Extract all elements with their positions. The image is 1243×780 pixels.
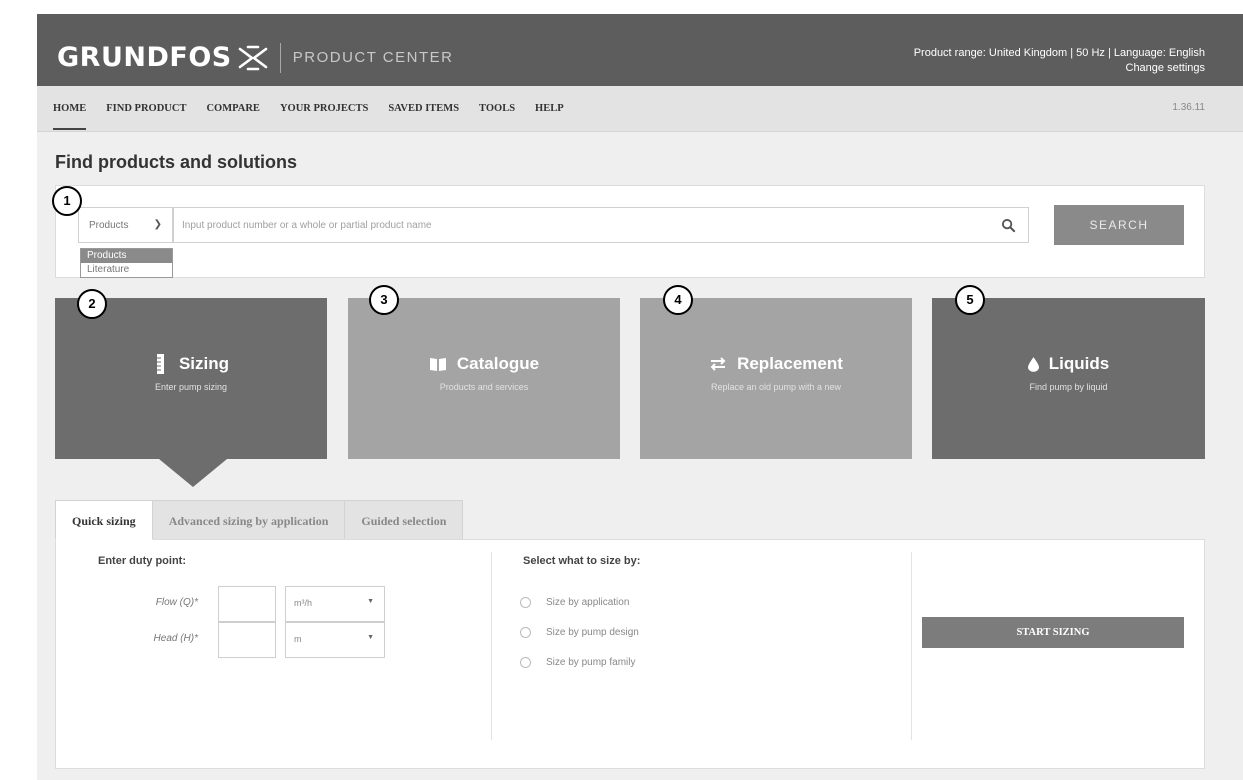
radio-size-by-pump-family[interactable]: Size by pump family — [520, 657, 635, 668]
tile-replacement-subtitle: Replace an old pump with a new — [710, 382, 842, 392]
range-line: Product range: United Kingdom | 50 Hz | … — [913, 47, 1205, 59]
tile-catalogue-subtitle: Products and services — [439, 382, 529, 392]
chevron-down-icon: ❯ — [153, 219, 162, 230]
search-type-dropdown: Products Literature — [80, 248, 173, 278]
callout-3: 3 — [369, 285, 399, 315]
flow-input[interactable] — [218, 586, 276, 622]
radio-circle-icon[interactable] — [520, 657, 531, 668]
tile-replacement[interactable]: Replacement Replace an old pump with a n… — [640, 298, 912, 459]
sizing-tabs: Quick sizing Advanced sizing by applicat… — [55, 500, 464, 540]
flow-unit-select[interactable]: m³/h ▼ — [285, 586, 385, 622]
logo-divider — [279, 42, 281, 73]
nav-find-product[interactable]: FIND PRODUCT — [106, 86, 186, 132]
radio-label: Size by pump family — [546, 657, 636, 668]
tile-sizing-title: Sizing — [178, 354, 230, 373]
range-settings: Product range: United Kingdom | 50 Hz | … — [914, 46, 1205, 76]
head-input[interactable] — [218, 622, 276, 658]
search-button[interactable]: SEARCH — [1054, 205, 1184, 245]
tile-sizing[interactable]: Sizing Enter pump sizing — [55, 298, 327, 459]
head-label: Head (H)* — [153, 633, 198, 644]
droplet-icon — [1027, 356, 1039, 372]
column-divider — [911, 552, 912, 740]
flow-unit-value: m³/h — [294, 598, 312, 608]
dropdown-option-products[interactable]: Products — [81, 249, 172, 263]
radio-label: Size by pump design — [546, 627, 639, 638]
grundfos-logo[interactable]: GRUNDFOS PRODUCT CENTER — [57, 42, 453, 73]
nav-home[interactable]: HOME — [53, 86, 87, 132]
radio-circle-icon[interactable] — [520, 627, 531, 638]
dropdown-arrow-icon: ▼ — [367, 598, 374, 605]
nav-your-projects[interactable]: YOUR PROJECTS — [280, 86, 368, 132]
active-tile-pointer — [159, 459, 227, 487]
nav-tools[interactable]: TOOLS — [479, 86, 515, 132]
callout-4: 4 — [663, 285, 693, 315]
callout-2: 2 — [77, 289, 107, 319]
dropdown-option-literature[interactable]: Literature — [81, 263, 172, 277]
version-number: 1.36.11 — [1172, 102, 1205, 113]
search-panel: Products ❯ Products Literature Input pro… — [55, 185, 1205, 278]
size-by-heading: Select what to size by: — [523, 555, 641, 567]
tile-catalogue[interactable]: Catalogue Products and services — [348, 298, 620, 459]
tile-liquids[interactable]: Liquids Find pump by liquid — [932, 298, 1205, 459]
callout-5: 5 — [955, 285, 985, 315]
callout-1: 1 — [52, 186, 82, 216]
duty-point-heading: Enter duty point: — [98, 555, 186, 567]
radio-size-by-application[interactable]: Size by application — [520, 597, 629, 608]
page-title: Find products and solutions — [55, 152, 297, 172]
top-header: GRUNDFOS PRODUCT CENTER Product range: U… — [37, 14, 1243, 86]
radio-size-by-pump-design[interactable]: Size by pump design — [520, 627, 639, 638]
search-icon[interactable] — [1001, 218, 1016, 233]
tab-advanced-sizing[interactable]: Advanced sizing by application — [151, 500, 346, 540]
nav-help[interactable]: HELP — [535, 86, 564, 132]
tile-sizing-subtitle: Enter pump sizing — [154, 382, 228, 392]
tile-replacement-title: Replacement — [737, 354, 843, 373]
search-input[interactable]: Input product number or a whole or parti… — [173, 207, 1029, 243]
flow-label: Flow (Q)* — [155, 597, 198, 608]
column-divider — [491, 552, 492, 740]
tab-quick-sizing[interactable]: Quick sizing — [55, 500, 153, 540]
radio-label: Size by application — [546, 597, 630, 608]
grundfos-x-icon — [238, 45, 268, 70]
radio-circle-icon[interactable] — [520, 597, 531, 608]
head-unit-value: m — [294, 634, 302, 644]
change-settings-link[interactable]: Change settings — [914, 61, 1206, 76]
brand-name: GRUNDFOS — [57, 42, 232, 73]
tile-liquids-title: Liquids — [1048, 354, 1110, 373]
search-placeholder: Input product number or a whole or parti… — [182, 220, 432, 231]
tab-guided-selection[interactable]: Guided selection — [344, 500, 464, 540]
product-center-label: PRODUCT CENTER — [292, 49, 454, 66]
nav-saved-items[interactable]: SAVED ITEMS — [388, 86, 459, 132]
nav-compare[interactable]: COMPARE — [206, 86, 259, 132]
dropdown-arrow-icon: ▼ — [367, 634, 374, 641]
book-icon — [429, 358, 446, 371]
search-type-select[interactable]: Products ❯ — [78, 207, 173, 243]
ruler-icon — [156, 354, 164, 374]
tile-catalogue-title: Catalogue — [456, 354, 540, 373]
swap-arrows-icon — [710, 357, 726, 371]
search-type-value: Products — [89, 220, 129, 231]
start-sizing-button[interactable]: START SIZING — [922, 617, 1184, 648]
head-unit-select[interactable]: m ▼ — [285, 622, 385, 658]
tile-liquids-subtitle: Find pump by liquid — [1029, 382, 1108, 392]
main-nav: HOME FIND PRODUCT COMPARE YOUR PROJECTS … — [37, 86, 1243, 132]
quick-sizing-panel: Enter duty point: Flow (Q)* m³/h ▼ Head … — [55, 539, 1205, 769]
